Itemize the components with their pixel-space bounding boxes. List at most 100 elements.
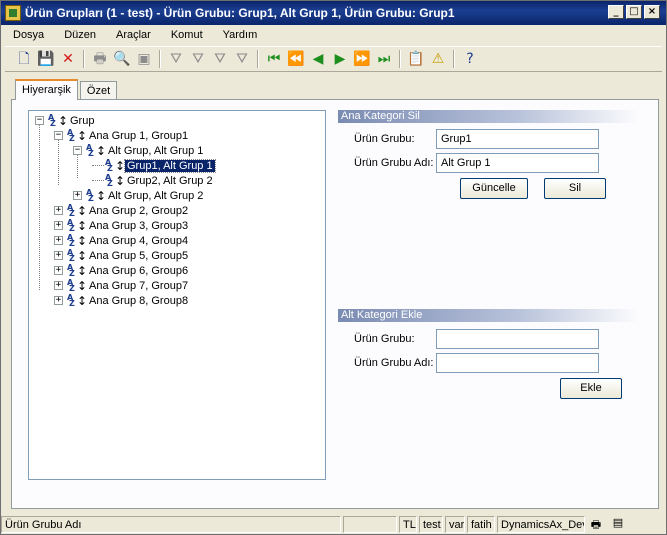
status-user: fatih xyxy=(467,516,495,533)
help-icon[interactable]: ? xyxy=(459,48,481,70)
tree-node[interactable]: + A Z ↕ Ana Grup 4, Group4 xyxy=(54,233,190,248)
collapse-icon[interactable]: − xyxy=(35,116,44,125)
filter-icon[interactable]: ⛛ xyxy=(165,48,187,70)
tree-guide-line xyxy=(77,155,78,178)
tree-node[interactable]: A Z ↕ Grup1, Alt Grup 1 xyxy=(92,157,216,173)
menu-araclar[interactable]: Araçlar xyxy=(116,29,151,41)
tree-node[interactable]: − A Z ↕ Alt Grup, Alt Grup 1 xyxy=(73,143,205,158)
close-button[interactable]: × xyxy=(644,5,660,19)
first-record-icon[interactable]: ⏮ xyxy=(263,48,285,70)
expand-icon[interactable]: + xyxy=(54,266,63,275)
tree-leaf-connector xyxy=(92,165,104,166)
tree-node-label: Ana Grup 6, Group6 xyxy=(89,264,189,277)
toolbar-separator xyxy=(453,50,455,68)
application-window: Ürün Grupları (1 - test) - Ürün Grubu: G… xyxy=(0,0,667,535)
tree-node[interactable]: A Z ↕ Grup2, Alt Grup 2 xyxy=(92,173,215,188)
toolbar-separator xyxy=(257,50,259,68)
remove-filter-icon[interactable]: ⛛ xyxy=(231,48,253,70)
collapse-icon[interactable]: − xyxy=(54,131,63,140)
menu-dosya[interactable]: Dosya xyxy=(13,29,44,41)
database-status-icon[interactable]: ▤ xyxy=(609,516,627,533)
menu-komut[interactable]: Komut xyxy=(171,29,203,41)
ana-group-input[interactable] xyxy=(436,129,599,149)
status-spacer xyxy=(343,516,397,533)
menu-yardim[interactable]: Yardım xyxy=(223,29,258,41)
delete-button[interactable]: Sil xyxy=(544,178,606,199)
minimize-button[interactable]: _ xyxy=(608,5,624,19)
tree-node[interactable]: + A Z ↕ Alt Grup, Alt Grup 2 xyxy=(73,188,205,203)
menu-duzen[interactable]: Düzen xyxy=(64,29,96,41)
delete-icon[interactable]: ✕ xyxy=(57,48,79,70)
expand-icon[interactable]: + xyxy=(54,251,63,260)
tree-node-label-selected: Grup1, Alt Grup 1 xyxy=(124,158,216,173)
expand-icon[interactable]: + xyxy=(54,281,63,290)
new-icon[interactable]: 🗋 xyxy=(13,48,35,70)
sort-az-icon: A Z ↕ xyxy=(67,202,88,218)
sort-az-icon: A Z ↕ xyxy=(67,262,88,278)
status-server: DynamicsAx_Dev xyxy=(497,516,585,533)
advanced-filter-icon[interactable]: ⛛ xyxy=(209,48,231,70)
tree-node[interactable]: − A Z ↕ Ana Grup 1, Group1 xyxy=(54,128,190,143)
tab-ozet[interactable]: Özet xyxy=(79,81,118,100)
maximize-button[interactable]: □ xyxy=(626,5,642,19)
tree-node-label: Ana Grup 2, Group2 xyxy=(89,204,189,217)
expand-icon[interactable]: + xyxy=(54,221,63,230)
alert-icon[interactable]: ⚠ xyxy=(427,48,449,70)
alt-group-input[interactable] xyxy=(436,329,599,349)
ana-name-input[interactable] xyxy=(436,153,599,173)
tree-node[interactable]: + A Z ↕ Ana Grup 5, Group5 xyxy=(54,248,190,263)
print-icon[interactable]: 🖶 xyxy=(89,48,111,70)
previous-page-icon[interactable]: ⏪ xyxy=(285,48,307,70)
status-field: Ürün Grubu Adı xyxy=(1,516,341,533)
add-button[interactable]: Ekle xyxy=(560,378,622,399)
tree-node[interactable]: + A Z ↕ Ana Grup 2, Group2 xyxy=(54,203,190,218)
group-tree[interactable]: − A Z ↕ Grup − A Z ↕ Ana Grup 1, Group1− A Z ↕ Alt Gr… xyxy=(28,110,326,480)
menu-bar: Dosya Düzen Araçlar Komut Yardım xyxy=(1,25,666,45)
tree-node-root[interactable]: − A Z ↕ Grup xyxy=(35,113,96,128)
tree-node[interactable]: + A Z ↕ Ana Grup 6, Group6 xyxy=(54,263,190,278)
tree-node-label: Ana Grup 4, Group4 xyxy=(89,234,189,247)
title-bar[interactable]: Ürün Grupları (1 - test) - Ürün Grubu: G… xyxy=(1,1,666,25)
next-page-icon[interactable]: ⏩ xyxy=(351,48,373,70)
expand-icon[interactable]: + xyxy=(73,191,82,200)
alt-name-label: Ürün Grubu Adı: xyxy=(354,357,434,369)
app-icon[interactable] xyxy=(5,5,21,21)
sort-az-icon: A Z ↕ xyxy=(105,157,126,173)
last-record-icon[interactable]: ⏭ xyxy=(373,48,395,70)
print-preview-icon[interactable]: 🔍 xyxy=(111,48,133,70)
tree-node-label: Ana Grup 8, Group8 xyxy=(89,294,189,307)
next-record-icon[interactable]: ▶ xyxy=(329,48,351,70)
tree-node[interactable]: + A Z ↕ Ana Grup 3, Group3 xyxy=(54,218,190,233)
sort-az-icon: A Z ↕ xyxy=(48,112,69,128)
print-status-icon[interactable]: 🖶 xyxy=(587,516,605,533)
export-icon[interactable]: ▣ xyxy=(133,48,155,70)
expand-icon[interactable]: + xyxy=(54,296,63,305)
status-company: test xyxy=(419,516,443,533)
tab-hiyerarsik[interactable]: Hiyerarşik xyxy=(15,79,78,100)
window-title: Ürün Grupları (1 - test) - Ürün Grubu: G… xyxy=(25,6,455,20)
expand-icon[interactable]: + xyxy=(54,206,63,215)
save-icon[interactable]: 💾 xyxy=(35,48,57,70)
tab-strip: Hiyerarşik Özet xyxy=(15,79,119,101)
update-button[interactable]: Güncelle xyxy=(460,178,528,199)
collapse-icon[interactable]: − xyxy=(73,146,82,155)
sort-az-icon: A Z ↕ xyxy=(67,292,88,308)
tree-guide-line xyxy=(58,140,59,185)
expand-icon[interactable]: + xyxy=(54,236,63,245)
alt-name-input[interactable] xyxy=(436,353,599,373)
sort-az-icon: A Z ↕ xyxy=(67,232,88,248)
filter-by-selection-icon[interactable]: ⛛ xyxy=(187,48,209,70)
tree-node-label: Alt Grup, Alt Grup 2 xyxy=(108,189,204,202)
sort-az-icon: A Z ↕ xyxy=(67,127,88,143)
tree-node[interactable]: + A Z ↕ Ana Grup 8, Group8 xyxy=(54,293,190,308)
tree-node[interactable]: + A Z ↕ Ana Grup 7, Group7 xyxy=(54,278,190,293)
tree-node-label: Ana Grup 5, Group5 xyxy=(89,249,189,262)
document-handling-icon[interactable]: 📋 xyxy=(405,48,427,70)
toolbar-separator xyxy=(83,50,85,68)
status-bar: Ürün Grubu Adı TL test var fatih Dynamic… xyxy=(1,515,666,534)
previous-record-icon[interactable]: ◀ xyxy=(307,48,329,70)
ana-group-label: Ürün Grubu: xyxy=(354,133,415,145)
tree-node-label: Ana Grup 3, Group3 xyxy=(89,219,189,232)
toolbar: 🗋 💾 ✕ 🖶 🔍 ▣ ⛛ ⛛ ⛛ ⛛ ⏮ ⏪ ◀ ▶ ⏩ ⏭ 📋 ⚠? xyxy=(5,46,662,72)
tree-node-label: Ana Grup 1, Group1 xyxy=(89,129,189,142)
